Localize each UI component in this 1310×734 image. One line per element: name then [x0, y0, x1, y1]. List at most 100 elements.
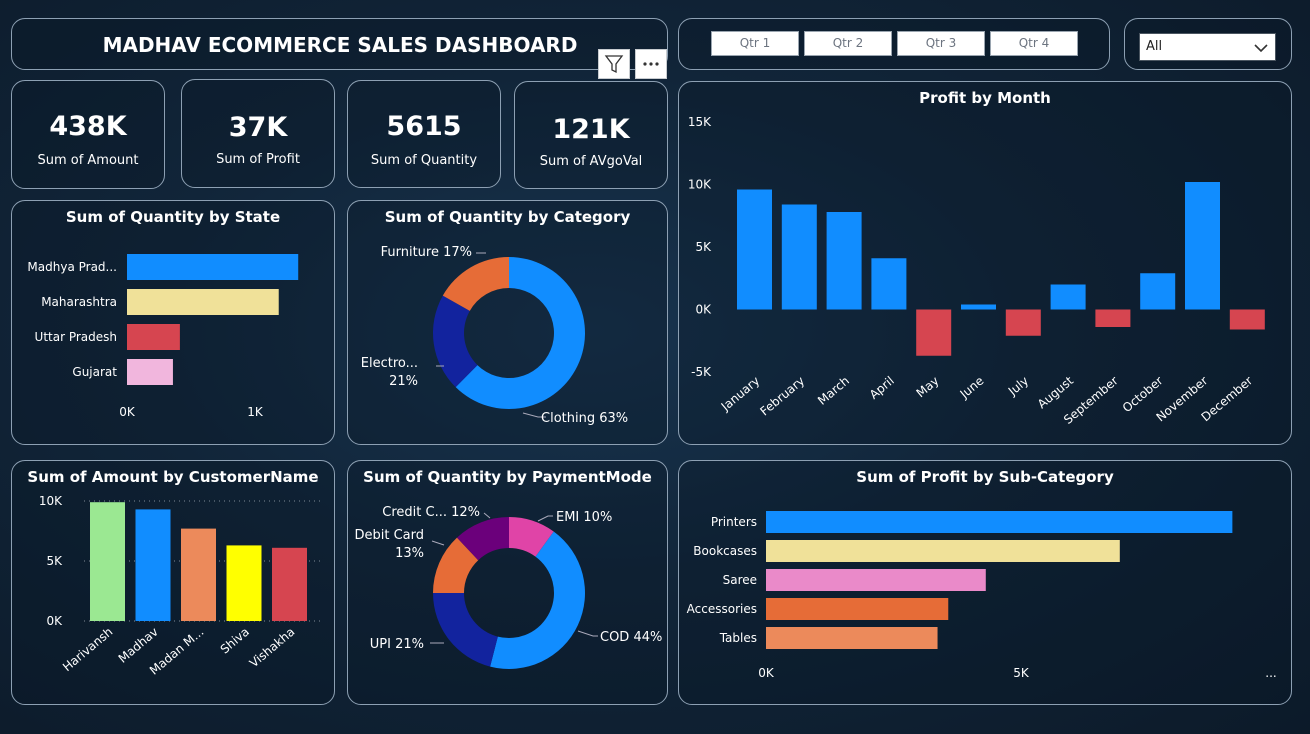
filter-dropdown[interactable]: All [1139, 33, 1276, 61]
dashboard-title: MADHAV ECOMMERCE SALES DASHBOARD [102, 33, 578, 57]
month-bar [737, 189, 772, 310]
y-tick-label: 10K [39, 494, 63, 508]
chevron-down-icon [1254, 44, 1268, 53]
month-bar [781, 204, 817, 310]
axis-more-marker: ... [1265, 666, 1276, 680]
filter-button[interactable] [598, 49, 630, 79]
x-tick-label: 0K [119, 405, 136, 419]
month-bar [1185, 182, 1220, 310]
slice-label: COD 44% [600, 630, 662, 645]
month-bar [1095, 309, 1131, 327]
customer-bar [90, 502, 125, 621]
kpi-value: 37K [228, 112, 288, 143]
slice-label: Debit Card [354, 528, 424, 543]
x-tick-label: Harivansh [60, 625, 115, 675]
leader-line [431, 540, 445, 546]
customer-bar [181, 528, 216, 621]
title-panel: MADHAV ECOMMERCE SALES DASHBOARD [11, 18, 668, 70]
x-tick-label: Shiva [218, 625, 252, 657]
y-tick-label: 0K [46, 614, 63, 628]
customer-bar-chart: 10K5K0KHarivansh MadhavMadan M... ShivaVis… [39, 494, 324, 678]
subcat-bar [766, 569, 986, 591]
payment-donut-chart: COD 44% UPI 21% Debit Card 13% Credit C... 1… [354, 505, 662, 669]
x-tick-label: May [914, 374, 942, 401]
x-tick-label: June [957, 374, 987, 402]
filter-icon [604, 55, 624, 74]
slice-label: UPI 21% [370, 637, 424, 652]
kpi-label: Sum of Quantity [370, 153, 478, 168]
leader-line [483, 512, 491, 519]
payment-chart-panel: Sum of Quantity by PaymentMode COD 44% UP… [347, 460, 668, 705]
category-chart-panel: Sum of Quantity by Category Clothing 63%… [347, 200, 668, 445]
quarter-slicer-panel: Qtr 1 Qtr 2 Qtr 3 Qtr 4 [678, 18, 1110, 70]
customer-bar [272, 547, 307, 621]
month-bar [916, 309, 952, 356]
slice-label: Credit C... 12% [382, 505, 480, 520]
more-options-icon [643, 62, 659, 66]
subcat-label: Bookcases [693, 544, 757, 558]
subcat-label: Tables [719, 631, 757, 645]
kpi-value: 438K [49, 111, 127, 142]
kpi-label: Sum of Profit [216, 152, 300, 167]
state-bar [127, 324, 180, 350]
subcat-label: Printers [711, 515, 757, 529]
state-bar-chart: Madhya Prad... Maharashtra Uttar Pradesh Gu… [27, 254, 299, 419]
slicer-qtr-3[interactable]: Qtr 3 [897, 31, 985, 56]
y-tick-label: 0K [695, 303, 712, 317]
customer-bar [135, 509, 171, 621]
x-tick-label: April [867, 374, 897, 402]
subcat-bar [766, 511, 1233, 533]
kpi-card-amount: 438K Sum of Amount [11, 80, 165, 189]
x-tick-label: February [757, 374, 807, 419]
x-tick-label: 1K [247, 405, 264, 419]
slicer-qtr-2[interactable]: Qtr 2 [804, 31, 892, 56]
kpi-label: Sum of AVgoVal [539, 154, 643, 169]
slice-label: 13% [395, 546, 424, 561]
state-label: Madhya Prad... [27, 260, 117, 274]
x-tick-label: 0K [758, 666, 775, 680]
subcat-bar [766, 627, 938, 649]
month-bar [826, 212, 862, 310]
kpi-card-quantity: 5615 Sum of Quantity [347, 80, 501, 188]
y-tick-label: 10K [688, 178, 712, 192]
category-donut-chart: Clothing 63% Electro... 21% Furniture 17% [361, 245, 628, 426]
kpi-value: 5615 [386, 111, 462, 142]
subcat-bar [766, 540, 1120, 562]
subcat-label: Accessories [687, 602, 757, 616]
slice-label: EMI 10% [556, 510, 612, 525]
dropdown-panel: All [1124, 18, 1292, 70]
kpi-card-avgoval: 121K Sum of AVgoVal [514, 81, 668, 189]
month-bar [871, 258, 907, 310]
kpi-value: 121K [552, 114, 630, 145]
more-options-button[interactable] [635, 49, 667, 79]
month-bar [1140, 273, 1176, 310]
slicer-qtr-1[interactable]: Qtr 1 [711, 31, 799, 56]
dropdown-value: All [1146, 39, 1163, 54]
state-label: Maharashtra [41, 295, 117, 309]
slice-label: 21% [389, 374, 418, 389]
state-bar [127, 359, 173, 385]
x-tick-label: 5K [1013, 666, 1030, 680]
donut-slice [433, 593, 498, 667]
x-tick-label: July [1005, 374, 1031, 399]
customer-bar [226, 545, 262, 621]
y-tick-label: -5K [691, 365, 712, 379]
subcat-label: Saree [723, 573, 757, 587]
month-chart-panel: Profit by Month 15K 10K 5K 0K -5K January Febr… [678, 81, 1292, 445]
state-label: Gujarat [72, 365, 117, 379]
slicer-qtr-4[interactable]: Qtr 4 [990, 31, 1078, 56]
x-tick-label: August [1035, 373, 1076, 411]
state-bar [127, 289, 279, 315]
leader-line [537, 515, 553, 522]
y-tick-label: 5K [46, 554, 63, 568]
slice-label: Electro... [361, 356, 418, 371]
subcat-chart-panel: Sum of Profit by Sub-Category Printers Bo… [678, 460, 1292, 705]
x-tick-label: Madhav [116, 625, 161, 666]
month-bar [1050, 284, 1086, 310]
x-tick-label: March [815, 374, 852, 408]
state-label: Uttar Pradesh [35, 330, 117, 344]
x-tick-label: Vishakha [247, 625, 298, 671]
x-tick-label: January [718, 374, 763, 415]
y-tick-label: 15K [688, 115, 712, 129]
kpi-label: Sum of Amount [37, 153, 139, 168]
